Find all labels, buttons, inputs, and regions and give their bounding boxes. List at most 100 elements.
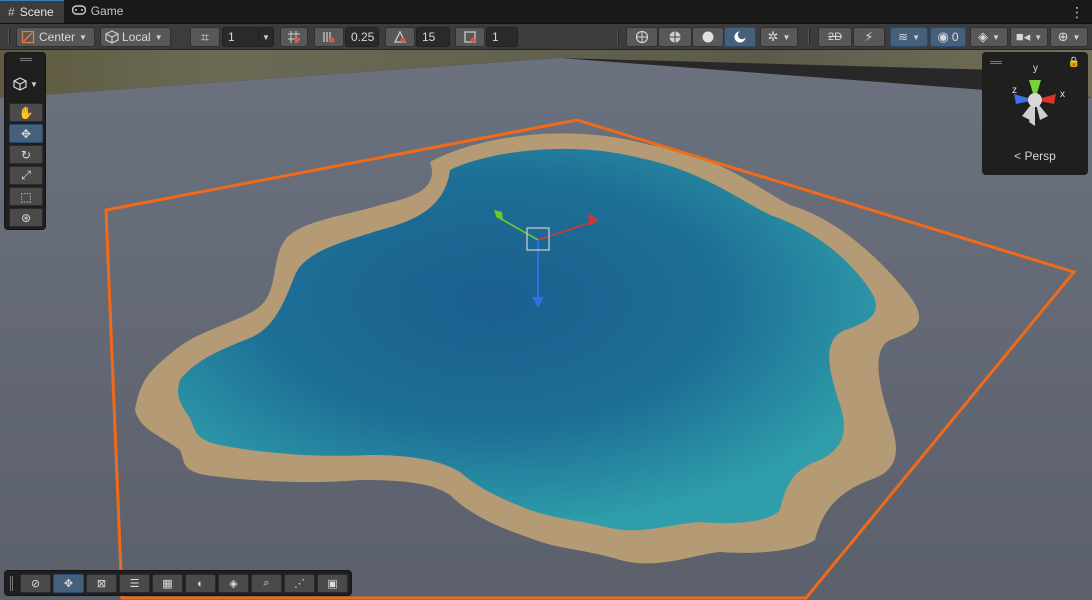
pivot-center-icon (21, 30, 35, 44)
snap-to-grid-button[interactable] (280, 27, 308, 47)
effects-dropdown[interactable]: ≋ ▼ (890, 27, 928, 47)
shaded-wire-sphere-icon (669, 31, 681, 43)
tab-game-label: Game (90, 4, 124, 18)
scene-viewport[interactable] (0, 50, 1092, 600)
chevron-down-icon: ▼ (154, 32, 163, 42)
grid-overlay-icon: ▦ (162, 578, 173, 590)
effects-layers-icon: ≋ (898, 30, 909, 44)
debug-draw-mode-dropdown[interactable]: ✲ ▼ (760, 27, 798, 47)
rotate-tool-button[interactable]: ↻ (9, 145, 43, 164)
projection-toggle[interactable]: < Persp (982, 149, 1088, 163)
lit-shading-button[interactable] (724, 27, 756, 47)
terrain-icon: ⊠ (96, 578, 107, 590)
overlay-toolbar: ⊘ ✥ ⊠ ☰ ▦ ◐ ◈ ⌕ ⋰ ▣ (4, 570, 352, 596)
scale-snap-icon (464, 31, 476, 43)
scene-render (0, 50, 1092, 600)
tab-scene[interactable]: # Scene (0, 0, 64, 23)
rotation-snap-button[interactable] (385, 27, 415, 47)
gizmos-dropdown[interactable]: ⊕ ▼ (1050, 27, 1088, 47)
grid-overlay-button[interactable]: ▦ (152, 574, 183, 593)
settings-sliders-icon: ☰ (129, 578, 140, 590)
gamepad-icon (71, 4, 86, 18)
search-icon: ⌕ (263, 577, 270, 589)
scale-snap-button[interactable] (455, 27, 485, 47)
shaded-button[interactable] (692, 27, 724, 47)
increment-snap-field[interactable]: 0.25 (345, 27, 379, 47)
more-options-icon[interactable]: ⋮ (1070, 4, 1084, 21)
move-overlay-button[interactable]: ✥ (53, 574, 84, 593)
2d-mode-icon: 2D (827, 31, 843, 43)
axis-y-label: y (1033, 63, 1038, 74)
bug-icon: ✲ (767, 29, 779, 44)
scale-snap-field[interactable]: 1 (486, 27, 518, 47)
axis-gizmo[interactable] (1000, 70, 1070, 134)
settings-sliders-button[interactable]: ☰ (119, 574, 150, 593)
orientation-icon: ⊘ (30, 578, 41, 590)
move-tool-icon: ✥ (20, 126, 32, 141)
rotation-snap-value: 15 (422, 30, 436, 44)
tools-panel: ▼ ✋ ✥ ↻ ⤢ ⬚ ⊛ (4, 52, 46, 230)
rotation-snap-icon (394, 30, 406, 43)
scene-toolbar: Center ▼ Local ▼ ⌗ 1 ▼ 0.25 15 1 ✲ ▼ 2D … (0, 24, 1092, 50)
rect-tool-button[interactable]: ⬚ (9, 187, 43, 206)
hand-tool-button[interactable]: ✋ (9, 103, 43, 122)
lock-icon[interactable]: 🔒 (1068, 57, 1080, 68)
terrain-button[interactable]: ⊠ (86, 574, 117, 593)
tab-game[interactable]: Game (64, 0, 134, 23)
rect-tool-icon: ⬚ (20, 189, 32, 204)
chevron-down-icon: ▼ (782, 32, 791, 42)
visibility-count: 0 (951, 30, 959, 44)
layers-icon: ◈ (978, 29, 989, 44)
increment-snap-button[interactable] (314, 27, 344, 47)
chevron-down-icon: ▼ (1072, 32, 1081, 42)
toolbar-grip[interactable] (8, 29, 10, 45)
axis-x-label: x (1060, 89, 1065, 100)
wireframe-shading-button[interactable] (626, 27, 658, 47)
layers-dropdown[interactable]: ◈ ▼ (970, 27, 1008, 47)
nodes-icon: ⋰ (294, 578, 305, 590)
grid-size-dropdown[interactable]: ▼ (258, 27, 274, 47)
shaded-wireframe-button[interactable] (658, 27, 692, 47)
move-tool-button[interactable]: ✥ (9, 124, 43, 143)
orientation-button[interactable]: ⊘ (20, 574, 51, 593)
camera-icon: ▣ (327, 578, 338, 590)
pivot-mode-dropdown[interactable]: Center ▼ (16, 27, 95, 47)
panel-grip[interactable] (20, 58, 32, 61)
gizmos-icon: ⊕ (1057, 29, 1069, 44)
chevron-left-icon: < (1014, 149, 1022, 163)
projection-label: Persp (1024, 149, 1056, 163)
chevron-down-icon: ▼ (912, 32, 920, 42)
toolbar-grip[interactable] (808, 29, 810, 45)
panel-grip[interactable] (990, 61, 1002, 64)
camera-settings-dropdown[interactable]: ■◂ ▼ (1010, 27, 1048, 47)
scene-lighting-toggle[interactable]: ⚡ (853, 27, 885, 47)
panel-grip[interactable] (10, 576, 13, 591)
move-overlay-icon: ✥ (63, 578, 74, 590)
scene-visibility-toggle[interactable]: ◉ 0 (930, 27, 966, 47)
transform-tool-button[interactable]: ⊛ (9, 208, 43, 227)
camera-overlay-button[interactable]: ▣ (317, 574, 348, 593)
lighting-toggle-icon: ⚡ (864, 29, 874, 44)
layers-overlay-button[interactable]: ◈ (218, 574, 249, 593)
rotation-snap-field[interactable]: 15 (416, 27, 450, 47)
tool-context-dropdown[interactable]: ▼ (13, 77, 38, 91)
scale-tool-button[interactable]: ⤢ (9, 166, 43, 185)
grid-snap-button[interactable]: ⌗ (190, 27, 220, 47)
grid-size-field[interactable]: 1 (222, 27, 260, 47)
eye-icon: ◉ (937, 29, 949, 44)
toolbar-grip[interactable] (617, 29, 619, 45)
grid-icon: # (8, 5, 15, 19)
grid-size-value: 1 (228, 30, 235, 44)
lighting-icon: ◐ (197, 577, 204, 590)
scale-tool-icon: ⤢ (21, 168, 31, 182)
2d-toggle-button[interactable]: 2D (818, 27, 852, 47)
chevron-down-icon: ▼ (79, 32, 87, 42)
search-button[interactable]: ⌕ (251, 574, 282, 593)
cube-icon (105, 30, 119, 44)
pivot-rotation-dropdown[interactable]: Local ▼ (100, 27, 171, 47)
lighting-button[interactable]: ◐ (185, 574, 216, 593)
pivot-mode-label: Center (39, 30, 76, 44)
chevron-down-icon: ▼ (1034, 32, 1043, 42)
shaded-sphere-icon (702, 31, 714, 43)
nodes-button[interactable]: ⋰ (284, 574, 315, 593)
